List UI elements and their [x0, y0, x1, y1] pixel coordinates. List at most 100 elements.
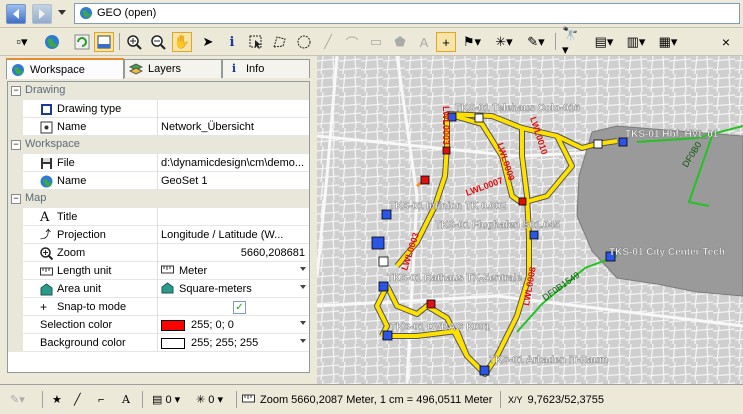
- main-toolbar: ▫▾ ✋ ➤ i ╱ ⌒ ▭ ⬟ A + ⚑▾ ✳▾ ✎▾ 🔭▾ ▤▾ ▥▾ ▦…: [0, 26, 743, 57]
- category-drawing[interactable]: − Drawing: [8, 82, 309, 100]
- property-drawing-name[interactable]: Name Network_Übersicht: [8, 118, 309, 136]
- property-length-unit[interactable]: Length unit Meter: [8, 262, 309, 280]
- new-drawing-icon[interactable]: ▫▾: [12, 32, 32, 52]
- layer-props-icon[interactable]: ▥▾: [626, 32, 646, 52]
- history-dropdown-icon[interactable]: [58, 10, 66, 15]
- polygon-tool-icon[interactable]: ⬟: [390, 32, 410, 52]
- radius-select-icon[interactable]: [294, 32, 314, 52]
- layer-style-icon[interactable]: ▤▾: [594, 32, 614, 52]
- layout-view-icon[interactable]: [94, 32, 114, 52]
- pan-hand-icon[interactable]: ✋: [172, 32, 192, 52]
- layer-count-2[interactable]: ✳ 0 ▾: [196, 391, 223, 408]
- property-value[interactable]: d:\dynamicdesign\cm\demo...: [158, 154, 309, 172]
- category-workspace[interactable]: − Workspace: [8, 136, 309, 154]
- chevron-down-icon[interactable]: [300, 321, 306, 325]
- property-name: Snap-to mode: [57, 301, 127, 313]
- property-background-color[interactable]: Background color 255; 255; 255: [8, 334, 309, 352]
- refresh-icon[interactable]: [72, 32, 92, 52]
- length-unit-select[interactable]: Meter: [158, 262, 309, 280]
- forward-button[interactable]: [32, 4, 52, 24]
- property-name: Selection color: [40, 319, 113, 331]
- chevron-down-icon[interactable]: [300, 267, 306, 271]
- station-label: TKS-01 Rathaus TK-Zentrale: [387, 273, 522, 284]
- area-unit-select[interactable]: Square-meters: [158, 280, 309, 298]
- zoom-icon: [40, 246, 54, 260]
- drawing-type-icon: [40, 103, 53, 116]
- property-snap-to-mode[interactable]: + Snap-to mode ✓: [8, 298, 309, 316]
- address-field[interactable]: GEO (open): [74, 3, 740, 24]
- selection-color-select[interactable]: 255; 0; 0: [158, 316, 309, 334]
- xy-value: 9,7623/52,3755: [527, 393, 604, 406]
- property-name: Name: [57, 121, 87, 133]
- property-area-unit[interactable]: Area unit Square-meters: [8, 280, 309, 298]
- polygon-select-icon[interactable]: [270, 32, 290, 52]
- edit-node-icon[interactable]: ✎▾: [526, 32, 546, 52]
- draw-style-icon[interactable]: ✎▾: [10, 391, 25, 408]
- property-drawing-type[interactable]: Drawing type: [8, 100, 309, 118]
- property-value[interactable]: Longitude / Latitude (W...: [158, 226, 309, 244]
- tab-layers[interactable]: Layers: [124, 59, 222, 78]
- snap-icon: +: [40, 299, 48, 314]
- text-tool-icon[interactable]: A: [414, 32, 434, 52]
- property-zoom[interactable]: Zoom 5660,208681: [8, 244, 309, 262]
- background-color-select[interactable]: 255; 255; 255: [158, 334, 309, 352]
- layer-export-icon[interactable]: ▦▾: [658, 32, 678, 52]
- star-icon[interactable]: ★: [52, 391, 62, 408]
- polyline-tool-icon[interactable]: ⌒: [342, 32, 362, 52]
- property-name: Drawing type: [57, 103, 122, 115]
- address-text: GEO (open): [97, 7, 157, 19]
- node-tool-icon[interactable]: ✳▾: [494, 32, 514, 52]
- corner-style-icon[interactable]: ⌐: [98, 391, 104, 408]
- station-label: TKS-01 Flughafen S01.045: [435, 220, 560, 231]
- property-value[interactable]: [158, 100, 309, 118]
- tab-layers-label: Layers: [148, 63, 182, 75]
- rect-select-icon[interactable]: [246, 32, 266, 52]
- property-workspace-name[interactable]: Name GeoSet 1: [8, 172, 309, 190]
- info-tool-icon[interactable]: i: [222, 32, 242, 52]
- ruler-icon: [242, 393, 255, 407]
- chevron-down-icon[interactable]: [300, 339, 306, 343]
- find-binoculars-icon[interactable]: 🔭▾: [562, 26, 582, 57]
- line-tool-icon[interactable]: ╱: [318, 32, 338, 52]
- property-value[interactable]: 5660,208681: [158, 244, 309, 262]
- map-svg: TKS-01 Telehaus Colo-016 TKS-01 Hbf. HVt…: [317, 56, 743, 384]
- property-selection-color[interactable]: Selection color 255; 0; 0: [8, 316, 309, 334]
- property-value[interactable]: Network_Übersicht: [158, 118, 309, 136]
- property-name: Zoom: [57, 247, 86, 259]
- tab-workspace[interactable]: Workspace: [6, 58, 124, 79]
- snap-tool-icon[interactable]: +: [436, 32, 456, 52]
- globe-menu-icon[interactable]: [42, 32, 62, 52]
- zoom-in-icon[interactable]: [124, 32, 144, 52]
- cable-label: LWL0003: [441, 106, 451, 145]
- line-style-icon[interactable]: ╱: [74, 391, 81, 408]
- property-title[interactable]: A Title: [8, 208, 309, 226]
- node-icon: ✳: [196, 394, 206, 406]
- property-value[interactable]: GeoSet 1: [158, 172, 309, 190]
- select-arrow-icon[interactable]: ➤: [198, 32, 218, 52]
- shape-tool-icon[interactable]: ▭: [366, 32, 386, 52]
- coordinate-status: X/Y 9,7623/52,3755: [508, 391, 604, 408]
- property-projection[interactable]: ⤴ Projection Longitude / Latitude (W...: [8, 226, 309, 244]
- flag-tool-icon[interactable]: ⚑▾: [462, 32, 482, 52]
- tab-workspace-label: Workspace: [30, 63, 85, 76]
- xy-label: X/Y: [508, 394, 523, 405]
- tab-info[interactable]: i Info: [222, 59, 310, 78]
- text-style-icon[interactable]: A: [122, 391, 130, 408]
- property-name: Title: [57, 211, 78, 223]
- layer-count-1[interactable]: ▤ 0 ▾: [152, 391, 180, 408]
- chevron-down-icon[interactable]: [300, 285, 306, 289]
- property-file[interactable]: File d:\dynamicdesign\cm\demo...: [8, 154, 309, 172]
- category-label: Drawing: [25, 84, 66, 96]
- property-value: 255; 255; 255: [191, 337, 259, 349]
- category-map[interactable]: − Map: [8, 190, 309, 208]
- property-name: Name: [57, 175, 87, 187]
- arrow-left-icon: [13, 9, 19, 19]
- collapse-icon: −: [11, 86, 21, 96]
- property-value: 255; 0; 0: [191, 319, 234, 331]
- zoom-out-icon[interactable]: [148, 32, 168, 52]
- property-value[interactable]: [158, 208, 309, 226]
- back-button[interactable]: [6, 4, 26, 24]
- map-canvas[interactable]: TKS-01 Telehaus Colo-016 TKS-01 Hbf. HVt…: [317, 56, 743, 384]
- close-button[interactable]: ×: [716, 32, 736, 52]
- snap-checkbox[interactable]: ✓: [233, 300, 246, 314]
